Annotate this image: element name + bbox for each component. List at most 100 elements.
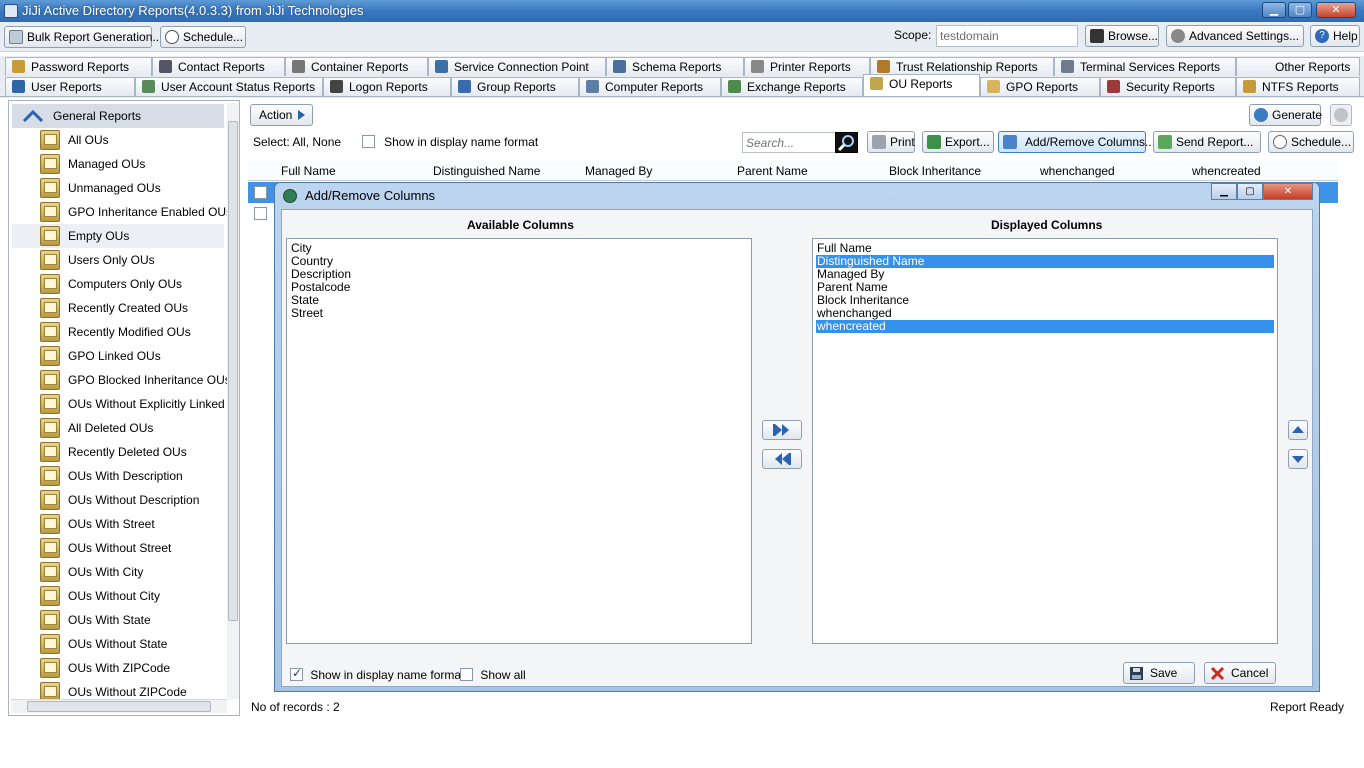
minimize-button[interactable]: ▁ xyxy=(1262,2,1286,18)
tree-item[interactable]: Unmanaged OUs xyxy=(12,176,224,200)
tab-printer-reports[interactable]: Printer Reports xyxy=(744,57,870,76)
available-column-item[interactable]: Country xyxy=(290,255,748,268)
search-button[interactable] xyxy=(835,132,858,153)
dialog-close-button[interactable]: ✕ xyxy=(1263,183,1313,200)
tab-group-reports[interactable]: Group Reports xyxy=(451,77,579,96)
show-all-checkbox[interactable] xyxy=(460,668,473,681)
tree-header-general-reports[interactable]: General Reports xyxy=(12,104,224,128)
tab-logon-reports[interactable]: Logon Reports xyxy=(323,77,451,96)
available-column-item[interactable]: Description xyxy=(290,268,748,281)
available-column-item[interactable]: State xyxy=(290,294,748,307)
tree-item[interactable]: OUs Without Explicitly Linked GP xyxy=(12,392,239,416)
dialog-maximize-button[interactable]: ▢ xyxy=(1237,183,1263,200)
display-name-format-checkbox[interactable] xyxy=(361,135,375,148)
tab-password-reports[interactable]: Password Reports xyxy=(5,57,152,76)
column-header[interactable]: whenchanged xyxy=(1040,164,1115,178)
available-column-item[interactable]: Postalcode xyxy=(290,281,748,294)
tab-ou-reports[interactable]: OU Reports xyxy=(863,74,980,96)
tree-item[interactable]: OUs Without Street xyxy=(12,536,224,560)
available-column-item[interactable]: Street xyxy=(290,307,748,320)
advanced-settings-button[interactable]: Advanced Settings... xyxy=(1166,25,1304,47)
tab-user-reports[interactable]: User Reports xyxy=(5,77,135,96)
tree-item[interactable]: Recently Created OUs xyxy=(12,296,224,320)
column-header[interactable]: Managed By xyxy=(585,164,652,178)
select-none-link[interactable]: None xyxy=(312,135,341,149)
tab-contact-reports[interactable]: Contact Reports xyxy=(152,57,285,76)
tree-item[interactable]: OUs Without State xyxy=(12,632,224,656)
tab-ntfs-reports[interactable]: NTFS Reports xyxy=(1236,77,1360,96)
tree-item[interactable]: GPO Linked OUs xyxy=(12,344,224,368)
select-all-link[interactable]: All, xyxy=(292,135,309,149)
tab-gpo-reports[interactable]: GPO Reports xyxy=(980,77,1100,96)
move-up-button[interactable] xyxy=(1288,420,1308,440)
tab-exchange-reports[interactable]: Exchange Reports xyxy=(721,77,863,96)
tree-item[interactable]: GPO Blocked Inheritance OUs xyxy=(12,368,231,392)
scrollbar-thumb[interactable] xyxy=(27,701,211,712)
displayed-column-item[interactable]: whencreated xyxy=(816,320,1274,333)
browse-button[interactable]: Browse... xyxy=(1085,25,1159,47)
stop-button[interactable] xyxy=(1330,104,1352,126)
tab-computer-reports[interactable]: Computer Reports xyxy=(579,77,721,96)
save-button[interactable]: Save xyxy=(1123,662,1195,684)
tree-item[interactable]: Empty OUs xyxy=(12,224,224,248)
add-column-button[interactable] xyxy=(762,420,802,440)
tab-schema-reports[interactable]: Schema Reports xyxy=(606,57,744,76)
tab-security-reports[interactable]: Security Reports xyxy=(1100,77,1236,96)
displayed-column-item[interactable]: Distinguished Name xyxy=(816,255,1274,268)
column-header[interactable]: Parent Name xyxy=(737,164,808,178)
tab-container-reports[interactable]: Container Reports xyxy=(285,57,428,76)
tree-item[interactable]: Computers Only OUs xyxy=(12,272,224,296)
tree-item[interactable]: Managed OUs xyxy=(12,152,224,176)
tab-terminal-services-reports[interactable]: Terminal Services Reports xyxy=(1054,57,1236,76)
tree-item[interactable]: OUs With ZIPCode xyxy=(12,656,224,680)
print-button[interactable]: Print xyxy=(867,131,915,153)
tree-item[interactable]: Recently Deleted OUs xyxy=(12,440,224,464)
tab-user-account-status-reports[interactable]: User Account Status Reports xyxy=(135,77,323,96)
send-report-button[interactable]: Send Report... xyxy=(1153,131,1261,153)
show-display-name-option[interactable]: Show in display name format xyxy=(290,666,464,682)
dialog-minimize-button[interactable]: ▁ xyxy=(1211,183,1237,200)
generate-button[interactable]: Generate xyxy=(1249,104,1322,126)
tree-item[interactable]: OUs With Description xyxy=(12,464,224,488)
scope-field[interactable] xyxy=(936,25,1078,47)
tree-item[interactable]: Users Only OUs xyxy=(12,248,224,272)
row-checkbox[interactable] xyxy=(254,186,267,199)
ntfs-icon xyxy=(1243,80,1256,93)
tree-item[interactable]: OUs Without Description xyxy=(12,488,224,512)
tree-item[interactable]: OUs With State xyxy=(12,608,224,632)
tree-item[interactable]: OUs Without City xyxy=(12,584,224,608)
scrollbar-thumb[interactable] xyxy=(228,121,238,621)
displayed-columns-list[interactable]: Full Name Distinguished Name Managed By Par… xyxy=(812,238,1278,644)
bulk-report-button[interactable]: Bulk Report Generation... xyxy=(4,26,162,48)
tree-item[interactable]: OUs With City xyxy=(12,560,224,584)
show-all-option[interactable]: Show all xyxy=(460,668,526,682)
maximize-button[interactable]: ▢ xyxy=(1288,2,1312,18)
tab-service-connection-point[interactable]: Service Connection Point xyxy=(428,57,606,76)
available-column-item[interactable]: City xyxy=(290,242,748,255)
tab-other-reports[interactable]: Other Reports xyxy=(1236,57,1360,76)
tree-horizontal-scrollbar[interactable] xyxy=(11,699,227,713)
help-button[interactable]: ? Help xyxy=(1310,25,1360,47)
close-button[interactable]: ✕ xyxy=(1316,2,1356,18)
column-header[interactable]: Full Name xyxy=(281,164,336,178)
tree-item[interactable]: All Deleted OUs xyxy=(12,416,224,440)
column-header[interactable]: Block Inheritance xyxy=(889,164,981,178)
action-button[interactable]: Action xyxy=(250,104,313,126)
tree-item[interactable]: GPO Inheritance Enabled OUs xyxy=(12,200,232,224)
row-checkbox[interactable] xyxy=(254,207,267,220)
remove-column-button[interactable] xyxy=(762,449,802,469)
cancel-button[interactable]: Cancel xyxy=(1204,662,1276,684)
move-down-button[interactable] xyxy=(1288,449,1308,469)
tree-item[interactable]: OUs With Street xyxy=(12,512,224,536)
tree-item[interactable]: Recently Modified OUs xyxy=(12,320,224,344)
tree-item[interactable]: All OUs xyxy=(12,128,224,152)
available-columns-list[interactable]: City Country Description Postalcode State Str… xyxy=(286,238,752,644)
tree-vertical-scrollbar[interactable] xyxy=(227,103,239,699)
add-remove-columns-button[interactable]: Add/Remove Columns... xyxy=(998,131,1155,153)
schedule-report-button[interactable]: Schedule... xyxy=(1268,131,1354,153)
column-header[interactable]: whencreated xyxy=(1192,164,1261,178)
schedule-button[interactable]: Schedule... xyxy=(160,26,246,48)
export-button[interactable]: Export... xyxy=(922,131,994,153)
column-header[interactable]: Distinguished Name xyxy=(433,164,540,178)
show-display-name-checkbox[interactable] xyxy=(290,666,303,681)
